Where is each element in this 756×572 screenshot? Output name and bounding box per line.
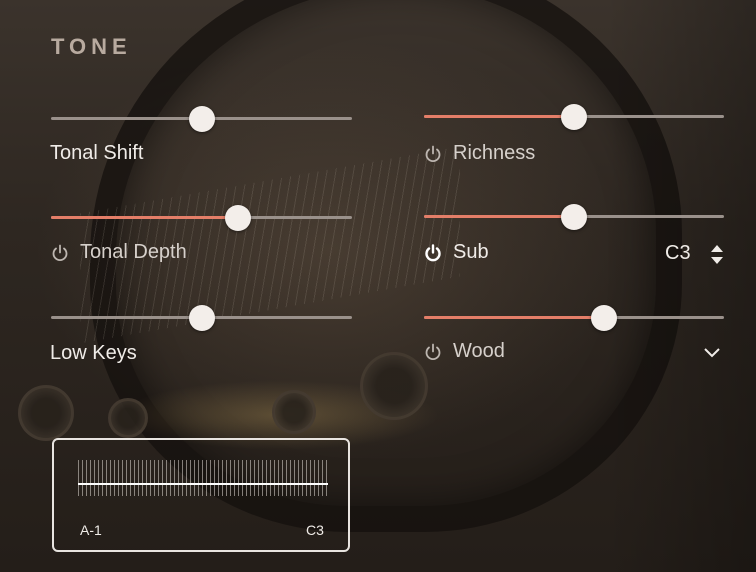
wood-slider[interactable] — [424, 305, 724, 331]
tonal-depth-label: Tonal Depth — [50, 241, 187, 264]
slider-fill — [424, 215, 574, 218]
sub-label: Sub — [423, 241, 489, 264]
wood-label: Wood — [423, 340, 505, 363]
range-high-label: C3 — [306, 522, 324, 538]
tonal-depth-slider[interactable] — [51, 205, 352, 231]
key-range-line — [78, 483, 328, 485]
power-icon[interactable] — [423, 342, 443, 362]
power-icon[interactable] — [423, 144, 443, 164]
richness-slider[interactable] — [424, 104, 724, 130]
sub-note-value[interactable]: C3 — [665, 242, 691, 265]
chevron-down-icon[interactable] — [703, 346, 721, 358]
power-icon[interactable] — [423, 243, 443, 263]
key-range-box[interactable]: A-1 C3 — [52, 438, 350, 552]
sub-text: Sub — [453, 241, 489, 263]
tonal-shift-text: Tonal Shift — [50, 142, 144, 164]
tonal-shift-slider[interactable] — [51, 106, 352, 132]
tonal-depth-text: Tonal Depth — [80, 241, 187, 263]
low-keys-label: Low Keys — [50, 342, 137, 365]
slider-thumb[interactable] — [188, 106, 215, 132]
wood-text: Wood — [453, 340, 505, 362]
slider-fill — [424, 316, 604, 319]
slider-thumb[interactable] — [188, 305, 215, 331]
slider-thumb[interactable] — [561, 104, 587, 130]
low-keys-text: Low Keys — [50, 342, 137, 364]
tone-panel: TONE Tonal Shift Richness Tonal Depth Su… — [0, 0, 756, 572]
sub-slider[interactable] — [424, 204, 724, 230]
slider-thumb[interactable] — [591, 305, 617, 331]
range-low-label: A-1 — [80, 522, 102, 538]
slider-fill — [424, 115, 574, 118]
power-icon[interactable] — [50, 243, 70, 263]
richness-text: Richness — [453, 142, 536, 164]
tonal-shift-label: Tonal Shift — [50, 142, 143, 165]
slider-thumb[interactable] — [224, 205, 251, 231]
panel-title: TONE — [51, 34, 132, 59]
up-down-arrows-icon[interactable] — [709, 243, 725, 267]
slider-thumb[interactable] — [561, 204, 587, 230]
slider-fill — [51, 216, 238, 219]
low-keys-slider[interactable] — [51, 305, 352, 331]
keyboard-range-ticks[interactable] — [78, 460, 328, 496]
richness-label: Richness — [423, 142, 535, 165]
